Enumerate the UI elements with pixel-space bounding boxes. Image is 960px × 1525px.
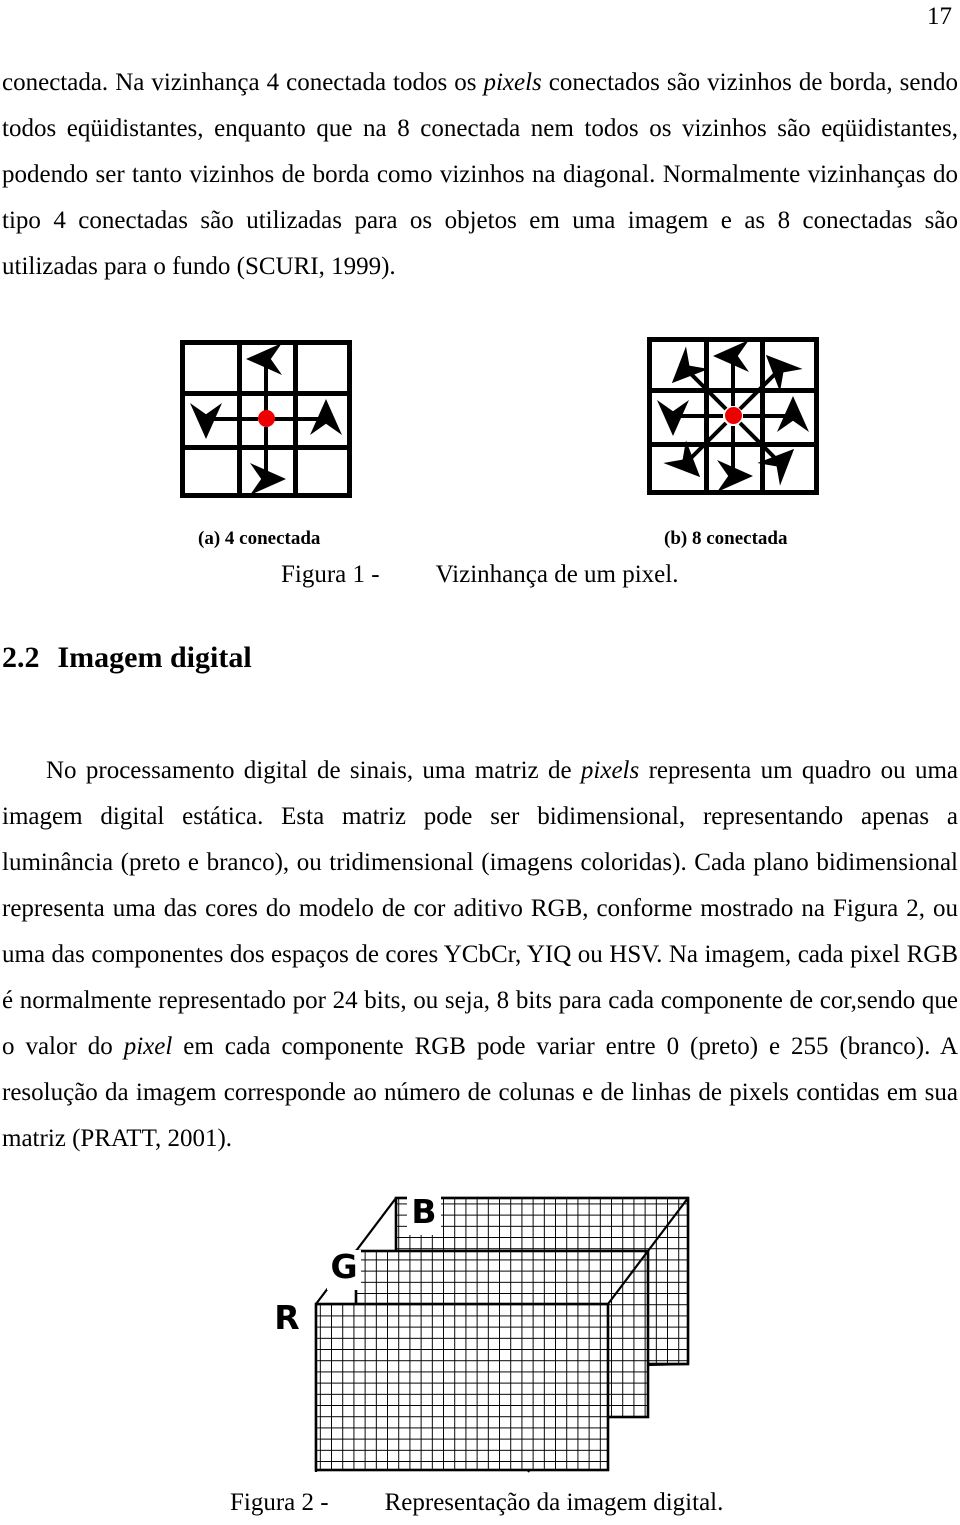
grid-4-connected bbox=[180, 340, 352, 498]
figure-1-caption-label: Figura 1 - bbox=[281, 561, 380, 588]
paragraph-intro-text1: Na vizinhança 4 conectada todos os bbox=[115, 69, 484, 96]
center-pixel-dot bbox=[258, 410, 275, 427]
figure-2-caption: Figura 2 - Representação da imagem digita… bbox=[230, 1488, 723, 1518]
paragraph-intro-text2: conectados são vizinhos de borda, sendo … bbox=[2, 69, 958, 280]
section-heading: 2.2 Imagem digital bbox=[2, 640, 252, 676]
section-title: Imagem digital bbox=[57, 641, 252, 674]
center-pixel-dot bbox=[725, 407, 742, 424]
grid-8-connected bbox=[647, 337, 819, 495]
figure-1-subcaption-b: (b) 8 conectada bbox=[664, 528, 788, 549]
paragraph-digital-text1: No processamento digital de sinais, uma … bbox=[46, 757, 581, 784]
paragraph-digital-image: No processamento digital de sinais, uma … bbox=[2, 748, 958, 1162]
figure-2: B G R bbox=[270, 1182, 726, 1482]
paragraph-intro-lead: conectada. bbox=[2, 69, 116, 96]
figure-2-caption-text: Representação da imagem digital. bbox=[384, 1489, 724, 1516]
plane-label-blue: B bbox=[407, 1195, 441, 1235]
plane-label-red: R bbox=[270, 1301, 304, 1343]
plane-label-green: G bbox=[327, 1250, 361, 1290]
plane-red bbox=[314, 1302, 610, 1472]
paragraph-digital-italic-pixels-1: pixels bbox=[580, 757, 640, 784]
figure-1: (a) 4 conectada (b) 8 conectada bbox=[0, 330, 960, 590]
paragraph-intro-italic-pixels: pixels bbox=[483, 69, 542, 96]
rgb-cube-diagram-icon bbox=[314, 1196, 690, 1473]
paragraph-digital-text2: representa um quadro ou uma imagem digit… bbox=[2, 757, 958, 1060]
figure-1-caption: Figura 1 - Vizinhança de um pixel. bbox=[281, 560, 678, 590]
section-number: 2.2 bbox=[2, 641, 40, 674]
document-page: 17 conectada. Na vizinhança 4 conectada … bbox=[0, 0, 960, 1525]
figure-1-caption-text: Vizinhança de um pixel. bbox=[435, 561, 679, 588]
paragraph-intro: conectada. Na vizinhança 4 conectada tod… bbox=[2, 60, 958, 290]
figure-2-caption-label: Figura 2 - bbox=[230, 1489, 329, 1516]
figure-1-subcaption-a: (a) 4 conectada bbox=[198, 528, 321, 549]
paragraph-digital-italic-pixel-2: pixel bbox=[123, 1033, 173, 1060]
page-number: 17 bbox=[927, 3, 952, 30]
